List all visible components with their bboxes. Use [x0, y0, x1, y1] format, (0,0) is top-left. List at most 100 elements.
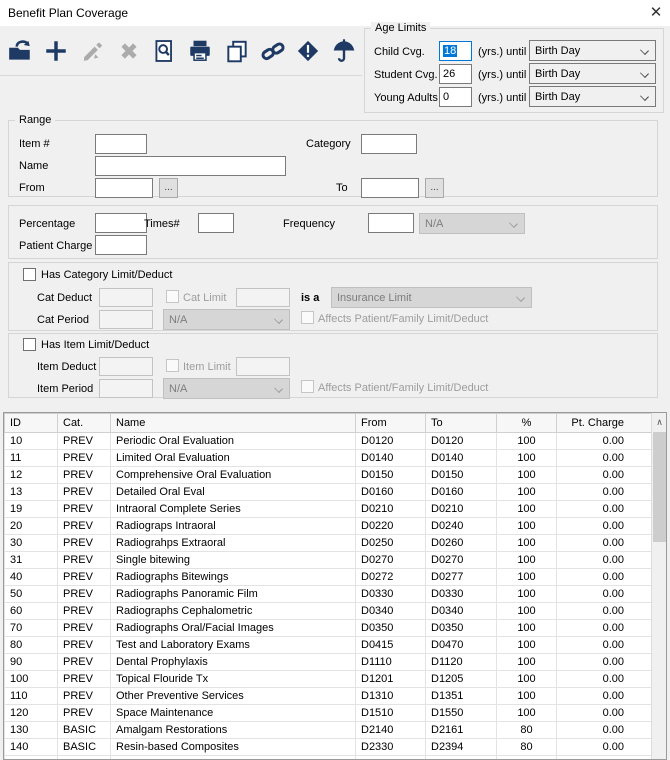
table-row[interactable]: 130BASICAmalgam RestorationsD2140D216180…: [5, 722, 652, 739]
column-header[interactable]: To: [426, 414, 497, 433]
table-cell: 0.00: [557, 620, 652, 637]
has-category-limit-checkbox[interactable]: [23, 268, 36, 281]
print-icon[interactable]: [186, 36, 214, 66]
frequency-input[interactable]: [368, 213, 414, 233]
table-cell: D0277: [426, 569, 497, 586]
times-label: Times#: [144, 218, 180, 230]
table-cell: D0210: [356, 501, 426, 518]
table-row[interactable]: 90PREVDental ProphylaxisD1110D11201000.0…: [5, 654, 652, 671]
table-cell: PREV: [58, 467, 111, 484]
table-cell: D0330: [356, 586, 426, 603]
alert-icon[interactable]: [294, 36, 322, 66]
scrollbar-thumb[interactable]: [653, 432, 666, 542]
name-input[interactable]: [95, 156, 286, 176]
umbrella-icon[interactable]: [330, 36, 358, 66]
scroll-up-icon[interactable]: ∧: [652, 413, 667, 431]
table-row[interactable]: 13PREVDetailed Oral EvalD0160D01601000.0…: [5, 484, 652, 501]
table-row[interactable]: 20PREVRadiograps IntraoralD0220D02401000…: [5, 518, 652, 535]
table-cell: 20: [5, 518, 58, 535]
table-row[interactable]: 12PREVComprehensive Oral EvaluationD0150…: [5, 467, 652, 484]
table-row[interactable]: 110PREVOther Preventive ServicesD1310D13…: [5, 688, 652, 705]
age-limits-group: Age Limits Child Cvg. 18 (yrs.) until Bi…: [364, 28, 664, 113]
copy-icon[interactable]: [223, 36, 251, 66]
times-input[interactable]: [198, 213, 234, 233]
has-item-limit-checkbox[interactable]: [23, 338, 36, 351]
column-header[interactable]: ID: [5, 414, 58, 433]
from-browse-button[interactable]: ...: [159, 178, 178, 198]
from-input[interactable]: [95, 178, 153, 198]
table-row[interactable]: 60PREVRadiographs CephalometricD0340D034…: [5, 603, 652, 620]
table-cell: D1550: [426, 705, 497, 722]
table-cell: 0.00: [557, 756, 652, 760]
table-cell: D0272: [356, 569, 426, 586]
table-row[interactable]: 120PREVSpace MaintenanceD1510D15501000.0…: [5, 705, 652, 722]
table-row[interactable]: 40PREVRadiographs BitewingsD0272D0277100…: [5, 569, 652, 586]
column-header[interactable]: Name: [111, 414, 356, 433]
table-row[interactable]: 11PREVLimited Oral EvaluationD0140D01401…: [5, 450, 652, 467]
table-cell: 0.00: [557, 467, 652, 484]
young-adults-input[interactable]: [439, 87, 472, 107]
table-cell: Radiograps Intraoral: [111, 518, 356, 535]
student-cvg-input[interactable]: [439, 64, 472, 84]
table-header-row: IDCat.NameFromTo%Pt. Charge: [5, 414, 652, 433]
item-number-input[interactable]: [95, 134, 147, 154]
category-input[interactable]: [361, 134, 417, 154]
table-row[interactable]: 31PREVSingle bitewingD0270D02701000.00: [5, 552, 652, 569]
preview-icon[interactable]: [150, 36, 178, 66]
table-cell: Radiographs Panoramic Film: [111, 586, 356, 603]
table-cell: 0.00: [557, 569, 652, 586]
table-cell: D1201: [356, 671, 426, 688]
child-cvg-input[interactable]: 18: [439, 41, 472, 61]
vertical-scrollbar[interactable]: ∧: [651, 413, 666, 760]
cat-period-input: [99, 310, 153, 329]
table-cell: D2394: [426, 739, 497, 756]
column-header[interactable]: Cat.: [58, 414, 111, 433]
table-cell: PREV: [58, 484, 111, 501]
column-header[interactable]: Pt. Charge: [557, 414, 652, 433]
frequency-label: Frequency: [283, 218, 335, 230]
is-a-label: is a: [301, 292, 319, 304]
to-input[interactable]: [361, 178, 419, 198]
table-row[interactable]: 50PREVRadiographs Panoramic FilmD0330D03…: [5, 586, 652, 603]
table-cell: 100: [497, 705, 557, 722]
table-row[interactable]: 19PREVIntraoral Complete SeriesD0210D021…: [5, 501, 652, 518]
young-adults-until-dropdown[interactable]: Birth Day: [529, 86, 656, 107]
percentage-input[interactable]: [95, 213, 147, 233]
from-label: From: [19, 182, 45, 194]
column-header[interactable]: %: [497, 414, 557, 433]
young-adults-suffix: (yrs.) until: [478, 92, 526, 104]
column-header[interactable]: From: [356, 414, 426, 433]
table-cell: 0.00: [557, 671, 652, 688]
table-cell: 0.00: [557, 722, 652, 739]
range-group: Range Item # Category Name From ... To .…: [8, 120, 658, 197]
edit-icon[interactable]: [79, 36, 107, 66]
table-row[interactable]: 150MAJORInlay/Onlay RestorationsD2510D26…: [5, 756, 652, 760]
table-cell: 0.00: [557, 739, 652, 756]
table-cell: 50: [497, 756, 557, 760]
table-cell: 0.00: [557, 450, 652, 467]
percentage-label: Percentage: [19, 218, 75, 230]
table-row[interactable]: 140BASICResin-based CompositesD2330D2394…: [5, 739, 652, 756]
child-cvg-until-dropdown[interactable]: Birth Day: [529, 40, 656, 61]
close-icon[interactable]: ✕: [645, 3, 667, 23]
open-plan-icon[interactable]: [6, 36, 34, 66]
title-bar: Benefit Plan Coverage ✕: [0, 0, 670, 26]
delete-icon[interactable]: [115, 36, 143, 66]
patient-charge-input[interactable]: [95, 235, 147, 255]
table-cell: Space Maintenance: [111, 705, 356, 722]
table-row[interactable]: 100PREVTopical Flouride TxD1201D12051000…: [5, 671, 652, 688]
to-browse-button[interactable]: ...: [425, 178, 444, 198]
table-cell: 0.00: [557, 688, 652, 705]
link-icon[interactable]: [259, 36, 287, 66]
table-cell: Dental Prophylaxis: [111, 654, 356, 671]
student-cvg-until-dropdown[interactable]: Birth Day: [529, 63, 656, 84]
table-row[interactable]: 80PREVTest and Laboratory ExamsD0415D047…: [5, 637, 652, 654]
table-row[interactable]: 30PREVRadiograhps ExtraoralD0250D0260100…: [5, 535, 652, 552]
table-row[interactable]: 10PREVPeriodic Oral EvaluationD0120D0120…: [5, 433, 652, 450]
table-cell: D0470: [426, 637, 497, 654]
add-icon[interactable]: [42, 36, 70, 66]
table-cell: 0.00: [557, 654, 652, 671]
table-row[interactable]: 70PREVRadiographs Oral/Facial ImagesD035…: [5, 620, 652, 637]
table-cell: 100: [497, 603, 557, 620]
table-cell: D1510: [356, 705, 426, 722]
